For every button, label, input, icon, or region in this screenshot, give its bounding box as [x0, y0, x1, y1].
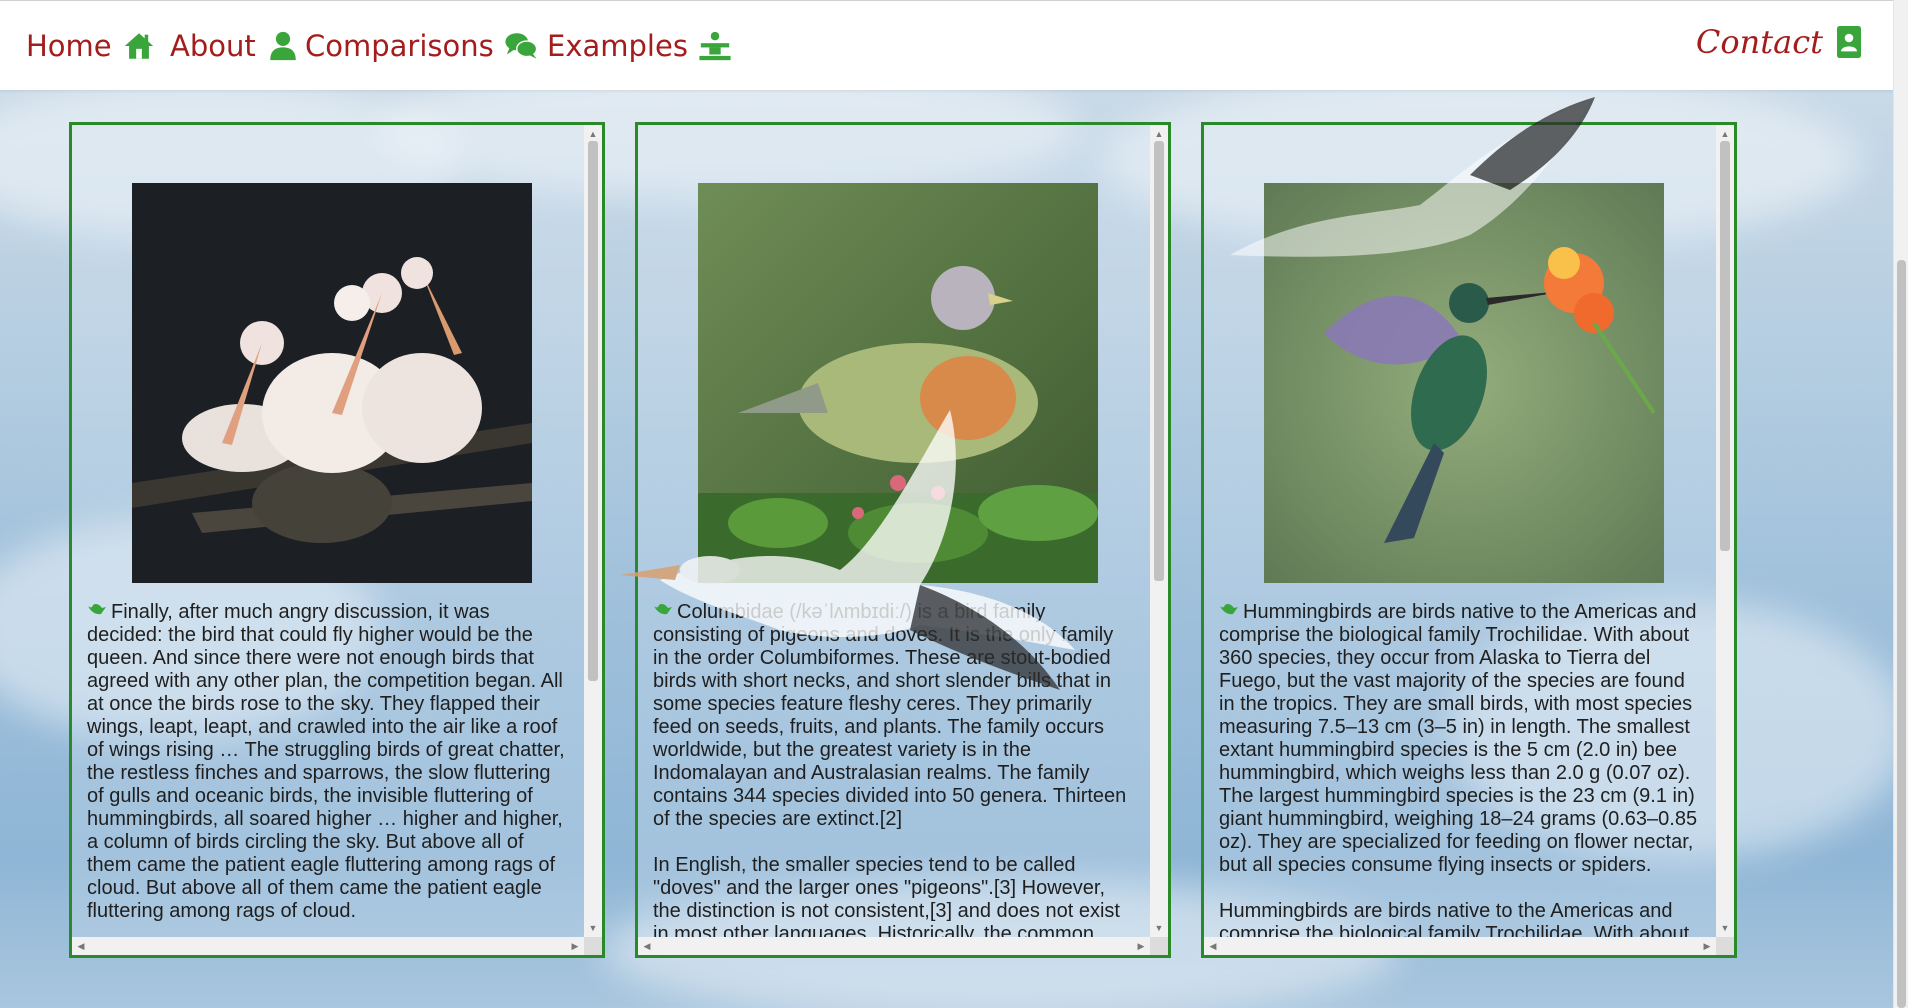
scrollbar-corner	[1716, 937, 1734, 955]
scroll-down-arrow[interactable]: ▼	[1716, 921, 1734, 935]
card-paragraph-text: Hummingbirds are birds native to the Ame…	[1219, 601, 1698, 876]
card-scroll-area[interactable]: Columbidae (/kəˈlʌmbɪdiː/) is a bird fam…	[638, 125, 1150, 937]
scrollbar-corner	[584, 937, 602, 955]
nav-home-label: Home	[26, 29, 112, 63]
nav-contact-label: Contact	[1695, 23, 1823, 61]
scroll-right-arrow[interactable]: ▶	[568, 937, 582, 955]
card-paragraph: Columbidae (/kəˈlʌmbɪdiː/) is a bird fam…	[653, 601, 1133, 831]
scrollbar-corner	[1150, 937, 1168, 955]
nav-home-link[interactable]: Home	[26, 29, 156, 63]
nav-examples-link[interactable]: Examples	[547, 29, 732, 63]
pelicans-image	[132, 183, 532, 583]
card-text: Hummingbirds are birds native to the Ame…	[1219, 601, 1699, 937]
card-paragraph: Finally, after much angry discussion, it…	[87, 601, 567, 923]
scroll-right-arrow[interactable]: ▶	[1700, 937, 1714, 955]
vertical-scrollbar[interactable]: ▲ ▼	[1150, 125, 1168, 937]
nav-comparisons-link[interactable]: Comparisons	[305, 29, 538, 63]
card-scroll-area[interactable]: Finally, after much angry discussion, it…	[72, 125, 584, 937]
bird-icon	[88, 604, 106, 615]
horizontal-scrollbar[interactable]: ◀ ▶	[1204, 937, 1716, 955]
card-paragraph: Hummingbirds are birds native to the Ame…	[1219, 900, 1690, 937]
contact-card-icon	[1837, 26, 1861, 58]
hummingbird-photo	[1264, 183, 1664, 583]
teacher-icon	[699, 31, 731, 61]
scroll-up-arrow[interactable]: ▲	[1716, 127, 1734, 141]
scroll-left-arrow[interactable]: ◀	[640, 937, 654, 955]
horizontal-scrollbar[interactable]: ◀ ▶	[72, 937, 584, 955]
top-navbar: Home About Comparisons Examples Contact	[0, 0, 1893, 90]
comments-icon	[505, 33, 538, 59]
page-scrollbar[interactable]	[1893, 0, 1908, 1008]
scroll-right-arrow[interactable]: ▶	[1134, 937, 1148, 955]
bird-card-pelicans: Finally, after much angry discussion, it…	[69, 122, 605, 958]
card-paragraph: In English, the smaller species tend to …	[653, 854, 1120, 937]
scroll-down-arrow[interactable]: ▼	[1150, 921, 1168, 935]
horizontal-scrollbar[interactable]: ◀ ▶	[638, 937, 1150, 955]
card-text: Finally, after much angry discussion, it…	[87, 601, 567, 937]
card-paragraph-text: Finally, after much angry discussion, it…	[87, 601, 565, 922]
pigeon-photo	[698, 183, 1098, 583]
card-scroll-area[interactable]: Hummingbirds are birds native to the Ame…	[1204, 125, 1716, 937]
scrollbar-thumb[interactable]	[1720, 141, 1730, 551]
card-text: Columbidae (/kəˈlʌmbɪdiː/) is a bird fam…	[653, 601, 1133, 937]
bird-icon	[654, 604, 672, 615]
user-icon	[270, 31, 296, 61]
nav-contact-link[interactable]: Contact	[1696, 23, 1863, 61]
nav-examples-label: Examples	[547, 29, 688, 63]
bird-card-hummingbirds: Hummingbirds are birds native to the Ame…	[1201, 122, 1737, 958]
hummingbird-image	[1264, 183, 1664, 583]
card-paragraph: Hummingbirds are birds native to the Ame…	[1219, 601, 1699, 877]
pelicans-photo	[132, 183, 532, 583]
scrollbar-thumb[interactable]	[588, 141, 598, 681]
house-icon	[124, 33, 153, 59]
bird-card-pigeons: Columbidae (/kəˈlʌmbɪdiː/) is a bird fam…	[635, 122, 1171, 958]
scroll-up-arrow[interactable]: ▲	[584, 127, 602, 141]
scroll-left-arrow[interactable]: ◀	[74, 937, 88, 955]
scroll-up-arrow[interactable]: ▲	[1150, 127, 1168, 141]
vertical-scrollbar[interactable]: ▲ ▼	[584, 125, 602, 937]
pigeon-image	[698, 183, 1098, 583]
scrollbar-thumb[interactable]	[1154, 141, 1164, 581]
nav-about-link[interactable]: About	[170, 29, 300, 63]
nav-about-label: About	[170, 29, 256, 63]
vertical-scrollbar[interactable]: ▲ ▼	[1716, 125, 1734, 937]
scroll-down-arrow[interactable]: ▼	[584, 921, 602, 935]
card-paragraph-text: Columbidae (/kəˈlʌmbɪdiː/) is a bird fam…	[653, 601, 1127, 830]
scroll-left-arrow[interactable]: ◀	[1206, 937, 1220, 955]
nav-comparisons-label: Comparisons	[305, 29, 494, 63]
page-scrollbar-thumb[interactable]	[1897, 260, 1906, 1008]
bird-icon	[1220, 604, 1238, 615]
